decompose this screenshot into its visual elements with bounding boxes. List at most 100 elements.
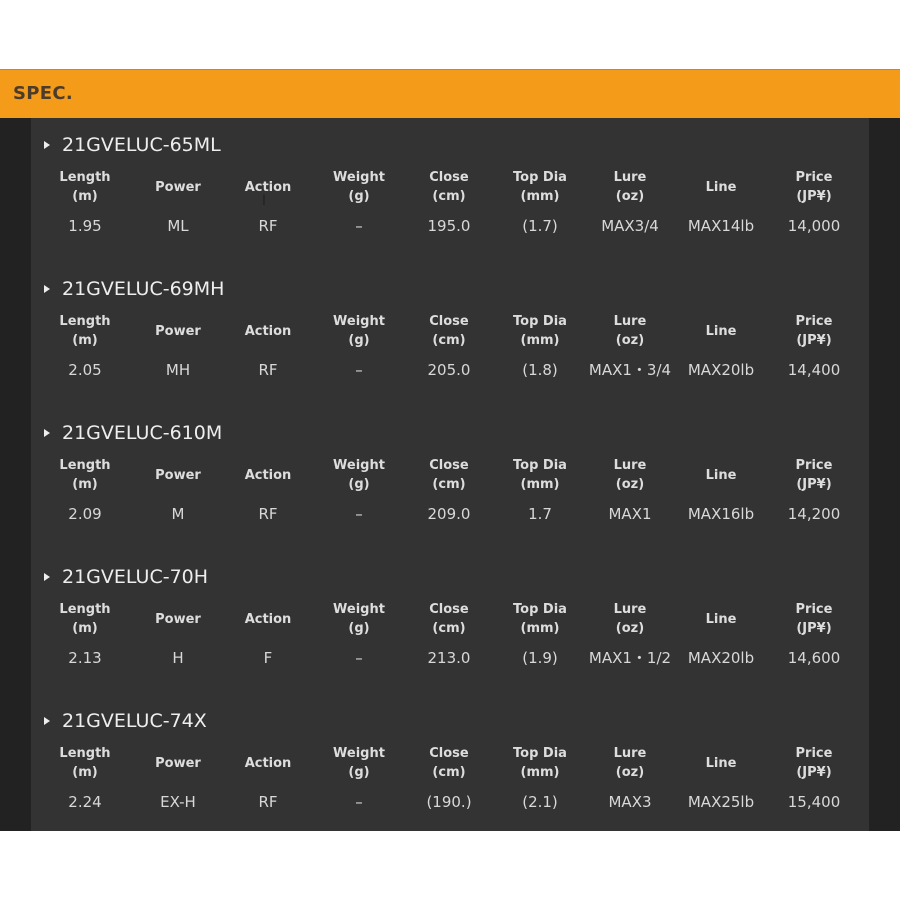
triangle-right-icon — [44, 717, 50, 725]
spec-value: 2.09 — [68, 505, 102, 523]
section-title: SPEC. — [13, 83, 73, 104]
spec-value: 1.7 — [528, 505, 552, 523]
spec-value: 205.0 — [427, 361, 471, 379]
column-header-unit: (mm) — [520, 189, 560, 204]
column-header-unit: (g) — [348, 621, 370, 636]
spec-value: MAX20lb — [687, 361, 755, 379]
model-title[interactable]: 21GVELUC-65ML — [44, 132, 221, 158]
spec-value: 2.13 — [68, 649, 102, 667]
column-header-unit: (g) — [348, 765, 370, 780]
model-block: 21GVELUC-74X Length (m) 2.24 Power EX-H Action… — [31, 694, 869, 838]
spec-value: 14,200 — [787, 505, 841, 523]
column-header-label: Price — [795, 602, 833, 617]
column-header-unit: (oz) — [615, 333, 645, 348]
column-header-unit: (mm) — [520, 621, 560, 636]
column-header-unit: (m) — [72, 189, 98, 204]
model-block: 21GVELUC-70H Length (m) 2.13 Power H Action F We… — [31, 550, 869, 694]
column-header: Length (m) — [40, 310, 130, 352]
column-header-unit: (cm) — [432, 189, 466, 204]
column-header-unit: (m) — [72, 333, 98, 348]
column-header-label: Lure — [613, 170, 647, 185]
spec-value: (1.9) — [522, 649, 558, 667]
column-header: Weight (g) — [314, 310, 404, 352]
column-header: Action — [223, 310, 313, 352]
column-header-unit: (JP¥) — [796, 189, 832, 204]
column-header: Lure (oz) — [585, 310, 675, 352]
column-header-label: Close — [429, 746, 469, 761]
column-header: Close (cm) — [404, 742, 494, 784]
column-header-label: Weight — [333, 746, 385, 761]
column-header: Top Dia (mm) — [495, 166, 585, 208]
model-title[interactable]: 21GVELUC-610M — [44, 420, 222, 446]
column-header-unit: (JP¥) — [796, 477, 832, 492]
column-header: Weight (g) — [314, 166, 404, 208]
spec-value: RF — [258, 361, 278, 379]
column-header-unit: (g) — [348, 189, 370, 204]
column-header-label: Action — [244, 611, 292, 627]
spec-value: F — [263, 649, 273, 667]
column-header: Line — [676, 310, 766, 352]
column-header-label: Length — [59, 314, 111, 329]
column-header-unit: (JP¥) — [796, 621, 832, 636]
model-title[interactable]: 21GVELUC-74X — [44, 708, 207, 734]
column-header: Power — [133, 454, 223, 496]
column-header-unit: (mm) — [520, 477, 560, 492]
spec-value: MAX1 — [608, 505, 652, 523]
column-header-label: Top Dia — [513, 746, 567, 761]
column-header: Price (JP¥) — [769, 310, 859, 352]
spec-value: MAX14lb — [687, 217, 755, 235]
column-header: Power — [133, 598, 223, 640]
column-header-unit: (m) — [72, 765, 98, 780]
column-header-label: Power — [155, 467, 201, 483]
column-header: Lure (oz) — [585, 598, 675, 640]
model-block: 21GVELUC-69MH Length (m) 2.05 Power MH Action R… — [31, 262, 869, 406]
model-name: 21GVELUC-69MH — [62, 278, 225, 300]
column-header-label: Price — [795, 170, 833, 185]
column-header-unit: (cm) — [432, 765, 466, 780]
column-header: Line — [676, 742, 766, 784]
model-title[interactable]: 21GVELUC-69MH — [44, 276, 224, 302]
spec-value: MAX20lb — [687, 649, 755, 667]
column-header: Action — [223, 742, 313, 784]
column-header-label: Weight — [333, 602, 385, 617]
column-header-unit: (cm) — [432, 477, 466, 492]
column-header-unit: (m) — [72, 477, 98, 492]
column-header-label: Weight — [333, 458, 385, 473]
spec-value: RF — [258, 217, 278, 235]
column-header-label: Weight — [333, 314, 385, 329]
spec-value: MAX25lb — [687, 793, 755, 811]
column-header: Lure (oz) — [585, 454, 675, 496]
column-header-label: Top Dia — [513, 602, 567, 617]
spec-value: MAX1・1/2 — [588, 649, 672, 667]
spec-header: SPEC. — [0, 69, 900, 118]
column-header-label: Price — [795, 314, 833, 329]
column-header: Top Dia (mm) — [495, 598, 585, 640]
column-header-label: Close — [429, 458, 469, 473]
spec-value: 2.24 — [68, 793, 102, 811]
column-header-label: Line — [705, 467, 737, 483]
column-header-label: Length — [59, 458, 111, 473]
column-header-unit: (JP¥) — [796, 765, 832, 780]
column-header: Length (m) — [40, 166, 130, 208]
column-header: Power — [133, 166, 223, 208]
column-header-label: Weight — [333, 170, 385, 185]
column-header-label: Length — [59, 746, 111, 761]
column-header-label: Lure — [613, 602, 647, 617]
column-header-unit: (oz) — [615, 621, 645, 636]
model-block: 21GVELUC-65ML Length (m) 1.95 Power ML Action R… — [31, 118, 869, 262]
column-header: Lure (oz) — [585, 742, 675, 784]
column-header-unit: (mm) — [520, 765, 560, 780]
column-header-label: Power — [155, 179, 201, 195]
model-name: 21GVELUC-610M — [62, 422, 223, 444]
model-title[interactable]: 21GVELUC-70H — [44, 564, 208, 590]
spec-value: – — [355, 505, 363, 523]
column-header-label: Close — [429, 170, 469, 185]
column-header: Close (cm) — [404, 454, 494, 496]
column-header: Close (cm) — [404, 310, 494, 352]
spec-panel: 21GVELUC-65ML Length (m) 1.95 Power ML Action R… — [31, 118, 869, 831]
column-header-unit: (cm) — [432, 333, 466, 348]
spec-value: 213.0 — [427, 649, 471, 667]
column-header-label: Line — [705, 323, 737, 339]
column-header-label: Price — [795, 458, 833, 473]
column-header-unit: (oz) — [615, 765, 645, 780]
